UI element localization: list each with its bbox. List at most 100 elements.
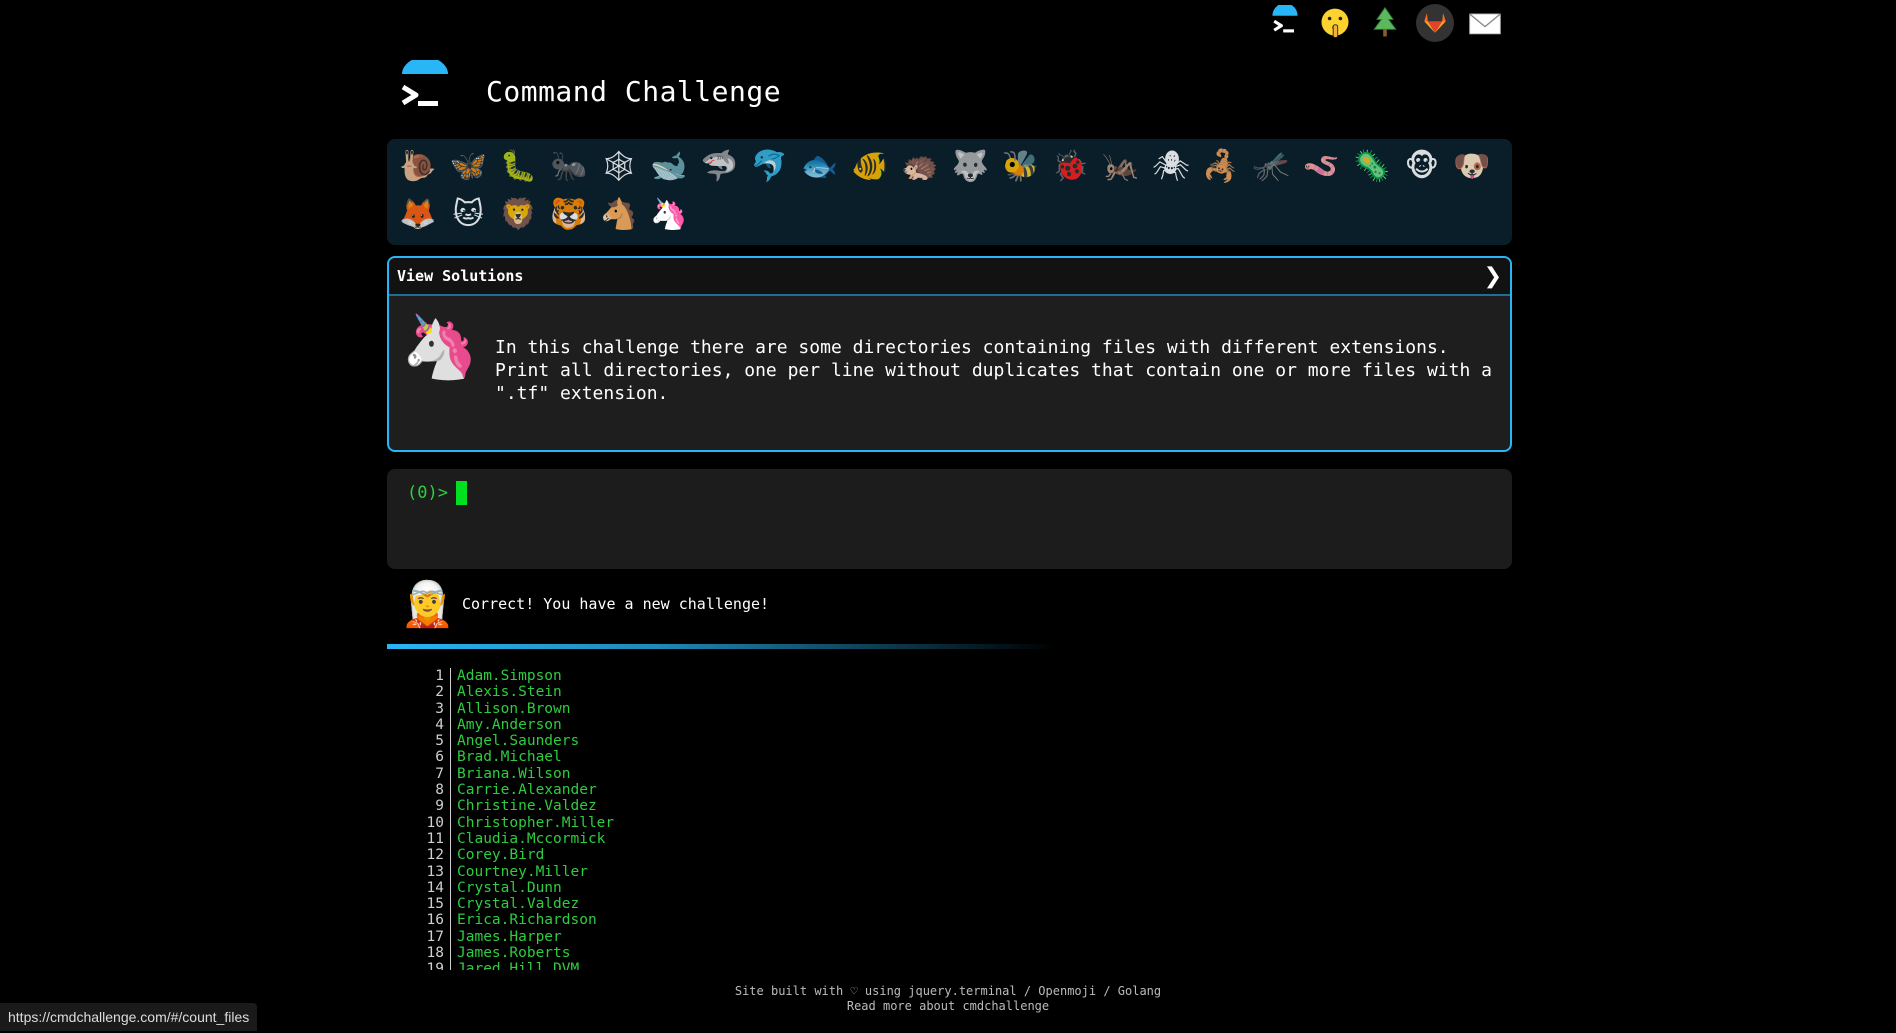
- output-value: Courtney.Miller: [457, 863, 588, 880]
- challenge-icon[interactable]: 🐟: [795, 143, 845, 191]
- output-row: 11 Claudia.Mccormick: [400, 830, 900, 848]
- line-number: 2: [400, 684, 451, 701]
- status-url: https://cmdchallenge.com/#/count_files: [0, 1003, 258, 1031]
- line-number: 5: [400, 733, 451, 750]
- line-number: 1: [400, 668, 451, 685]
- challenge-icon[interactable]: 🦋: [443, 143, 493, 191]
- challenge-icon[interactable]: 🦂: [1196, 143, 1246, 191]
- envelope-icon[interactable]: [1466, 4, 1504, 42]
- output-row: 7 Briana.Wilson: [400, 765, 900, 783]
- challenge-icon[interactable]: 🦔: [895, 143, 945, 191]
- prompt-counter: 0: [417, 483, 428, 503]
- challenge-icon[interactable]: 🐋: [644, 143, 694, 191]
- output-value: Erica.Richardson: [457, 912, 597, 929]
- output-value: Adam.Simpson: [457, 668, 562, 684]
- challenge-icon[interactable]: 🕸: [594, 143, 644, 191]
- output-value: Corey.Bird: [457, 847, 545, 864]
- line-number: 14: [400, 879, 451, 897]
- challenge-icon[interactable]: 🐯: [544, 191, 594, 239]
- output-value: James.Roberts: [457, 945, 571, 962]
- chevron-right-icon[interactable]: ❯: [1484, 264, 1502, 289]
- challenge-icon[interactable]: 🦊: [393, 191, 443, 239]
- challenge-list: 🐌 🦋 🐛 🐜 🕸 🐋 🦈 🐬 🐟 🐠 🦔 🐺 🐝 🐞 🦗 🕷 🦂 🦟 🪱 🦠 🐵 🐶 🦊 🐱 🦁 🐯 🐴 🦄: [387, 139, 1512, 245]
- output-row: 17 James.Harper: [400, 928, 900, 946]
- output-value: Briana.Wilson: [457, 765, 571, 782]
- top-nav: [1266, 4, 1504, 42]
- challenge-icon[interactable]: 🐵: [1397, 143, 1447, 191]
- output-value: Jared.Hill.DVM: [457, 961, 580, 970]
- challenge-icon[interactable]: 🐞: [1045, 143, 1095, 191]
- challenge-icon[interactable]: 🪱: [1296, 143, 1346, 191]
- output-value: Crystal.Dunn: [457, 879, 562, 896]
- footer-credits[interactable]: Site built with ♡ using jquery.terminal …: [735, 984, 1161, 998]
- line-number: 18: [400, 945, 451, 962]
- line-number: 10: [400, 814, 451, 831]
- line-number: 16: [400, 912, 451, 929]
- output-value: Angel.Saunders: [457, 733, 580, 750]
- output-value: Allison.Brown: [457, 700, 571, 717]
- line-number: 12: [400, 847, 451, 864]
- gitlab-icon[interactable]: [1416, 4, 1454, 42]
- challenge-icon[interactable]: 🐜: [544, 143, 594, 191]
- challenge-icon[interactable]: 🦁: [493, 191, 543, 239]
- challenge-panel: View Solutions ❯ 🦄 In this challenge the…: [387, 256, 1512, 452]
- header: Command Challenge: [394, 57, 782, 122]
- prompt-close: )>: [427, 483, 448, 503]
- challenge-icon[interactable]: 🐴: [594, 191, 644, 239]
- terminal[interactable]: (0)>: [387, 469, 1512, 569]
- page-title: Command Challenge: [486, 74, 782, 108]
- page: Command Challenge 🐌 🦋 🐛 🐜 🕸 🐋 🦈 🐬 🐟 🐠 🦔 🐺 🐝 🐞 🦗 🕷 🦂 🦟 🪱 🦠 🐵 🐶…: [0, 0, 1896, 1033]
- terminal-prompt[interactable]: (0)>: [407, 481, 1492, 505]
- challenge-icon[interactable]: 🐝: [995, 143, 1045, 191]
- line-number: 19: [400, 961, 451, 970]
- challenge-icon[interactable]: 🦈: [694, 143, 744, 191]
- footer: Site built with ♡ using jquery.terminal …: [0, 984, 1896, 1014]
- line-number: 6: [400, 749, 451, 766]
- terminal-logo-icon[interactable]: [394, 57, 456, 122]
- shushing-face-icon[interactable]: [1316, 4, 1354, 42]
- challenge-icon[interactable]: 🐱: [443, 191, 493, 239]
- line-number: 8: [400, 782, 451, 799]
- output-value: Crystal.Valdez: [457, 896, 580, 913]
- output-row: 5 Angel.Saunders: [400, 733, 900, 750]
- view-solutions-label: View Solutions: [397, 267, 524, 285]
- output-row: 9 Christine.Valdez: [400, 798, 900, 815]
- challenge-icon[interactable]: 🐶: [1447, 143, 1497, 191]
- line-number: 11: [400, 830, 451, 848]
- result-message: 🧝 Correct! You have a new challenge!: [400, 578, 769, 630]
- elf-icon: 🧝: [400, 579, 455, 630]
- result-text: Correct! You have a new challenge!: [462, 595, 770, 613]
- prompt-open: (: [407, 483, 418, 503]
- challenge-icon[interactable]: 🦄: [644, 191, 694, 239]
- challenge-icon[interactable]: 🐺: [945, 143, 995, 191]
- evergreen-tree-icon[interactable]: [1366, 4, 1404, 42]
- terminal-logo-icon[interactable]: [1266, 4, 1304, 42]
- output-row: 16 Erica.Richardson: [400, 912, 900, 929]
- terminal-cursor[interactable]: [455, 481, 467, 505]
- output-row: 8 Carrie.Alexander: [400, 782, 900, 799]
- challenge-icon[interactable]: 🦟: [1246, 143, 1296, 191]
- output-value: Carrie.Alexander: [457, 782, 597, 799]
- output-row: 2 Alexis.Stein: [400, 684, 900, 701]
- challenge-icon[interactable]: 🦠: [1347, 143, 1397, 191]
- line-number: 13: [400, 863, 451, 880]
- output-value: Christopher.Miller: [457, 814, 615, 831]
- view-solutions-header[interactable]: View Solutions ❯: [389, 258, 1510, 296]
- output-value: Alexis.Stein: [457, 684, 562, 701]
- challenge-icon[interactable]: 🐠: [845, 143, 895, 191]
- line-number: 17: [400, 928, 451, 946]
- challenge-icon[interactable]: 🕷: [1146, 143, 1196, 191]
- output-row: 12 Corey.Bird: [400, 847, 900, 864]
- challenge-icon[interactable]: 🦗: [1096, 143, 1146, 191]
- output-row: 4 Amy.Anderson: [400, 716, 900, 734]
- line-number: 9: [400, 798, 451, 815]
- footer-about-link[interactable]: Read more about cmdchallenge: [847, 999, 1049, 1013]
- challenge-icon[interactable]: 🐛: [493, 143, 543, 191]
- challenge-icon[interactable]: 🐌: [393, 143, 443, 191]
- output-row: 14 Crystal.Dunn: [400, 879, 900, 897]
- output-value: Christine.Valdez: [457, 798, 597, 815]
- challenge-icon[interactable]: 🐬: [744, 143, 794, 191]
- output-value: James.Harper: [457, 928, 562, 945]
- output-row: 18 James.Roberts: [400, 945, 900, 962]
- output-row: 6 Brad.Michael: [400, 749, 900, 766]
